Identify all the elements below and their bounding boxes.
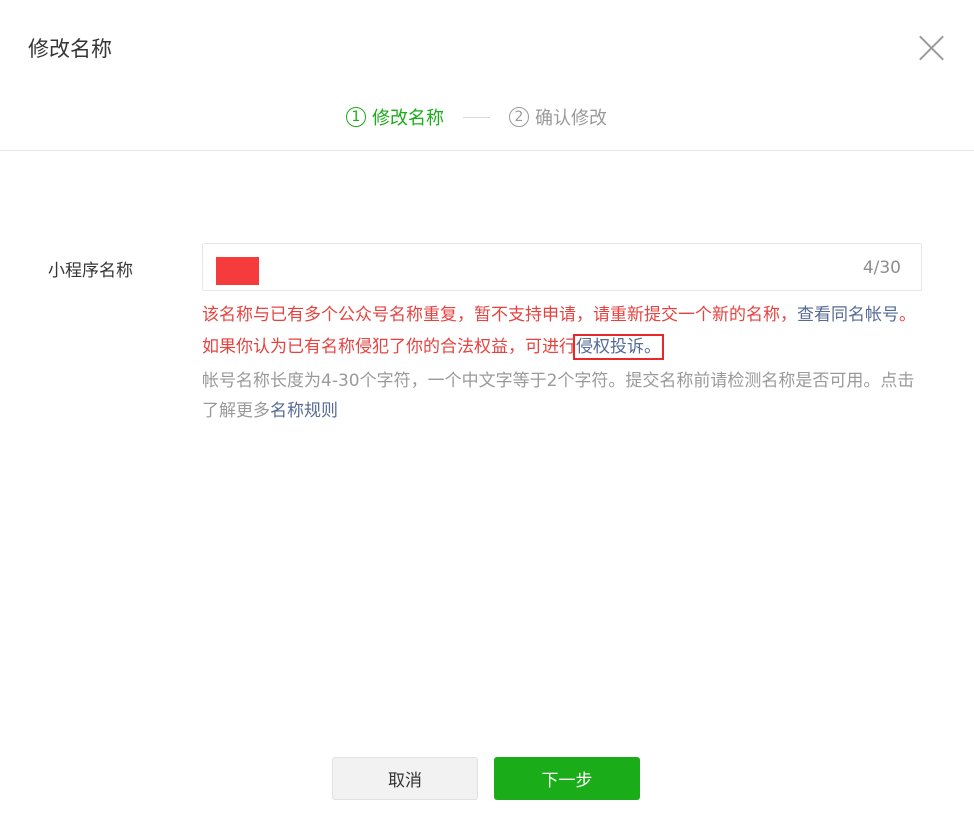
error-text-part1: 该名称与已有多个公众号名称重复，暂不支持申请，请重新提交一个新的名称， (202, 305, 797, 325)
name-hint: 帐号名称长度为4-30个字符，一个中文字等于2个字符。提交名称前请检测名称是否可… (202, 366, 927, 426)
name-input[interactable]: 4/30 (202, 243, 922, 291)
step-connector (463, 116, 490, 118)
next-step-button[interactable]: 下一步 (494, 757, 640, 800)
step-1-number: 1 (346, 107, 366, 127)
step-1-label: 修改名称 (372, 108, 444, 129)
step-1: 1 修改名称 (346, 104, 444, 130)
step-2: 2 确认修改 (509, 104, 607, 130)
character-counter: 4/30 (862, 258, 901, 278)
step-indicator: 1 修改名称 2 确认修改 (346, 105, 607, 129)
name-rules-link[interactable]: 名称规则 (270, 401, 338, 421)
step-2-label: 确认修改 (535, 108, 607, 129)
dialog-title: 修改名称 (28, 37, 112, 61)
cancel-button[interactable]: 取消 (332, 757, 478, 800)
close-icon[interactable] (918, 35, 945, 62)
same-name-accounts-link[interactable]: 查看同名帐号 (797, 305, 899, 325)
header-divider (0, 150, 974, 151)
name-field-label: 小程序名称 (48, 261, 133, 281)
infringement-complaint-link[interactable]: 侵权投诉。 (573, 334, 664, 360)
step-2-number: 2 (509, 107, 529, 127)
name-error-message: 该名称与已有多个公众号名称重复，暂不支持申请，请重新提交一个新的名称，查看同名帐… (202, 299, 927, 363)
redacted-name-value (216, 257, 259, 285)
